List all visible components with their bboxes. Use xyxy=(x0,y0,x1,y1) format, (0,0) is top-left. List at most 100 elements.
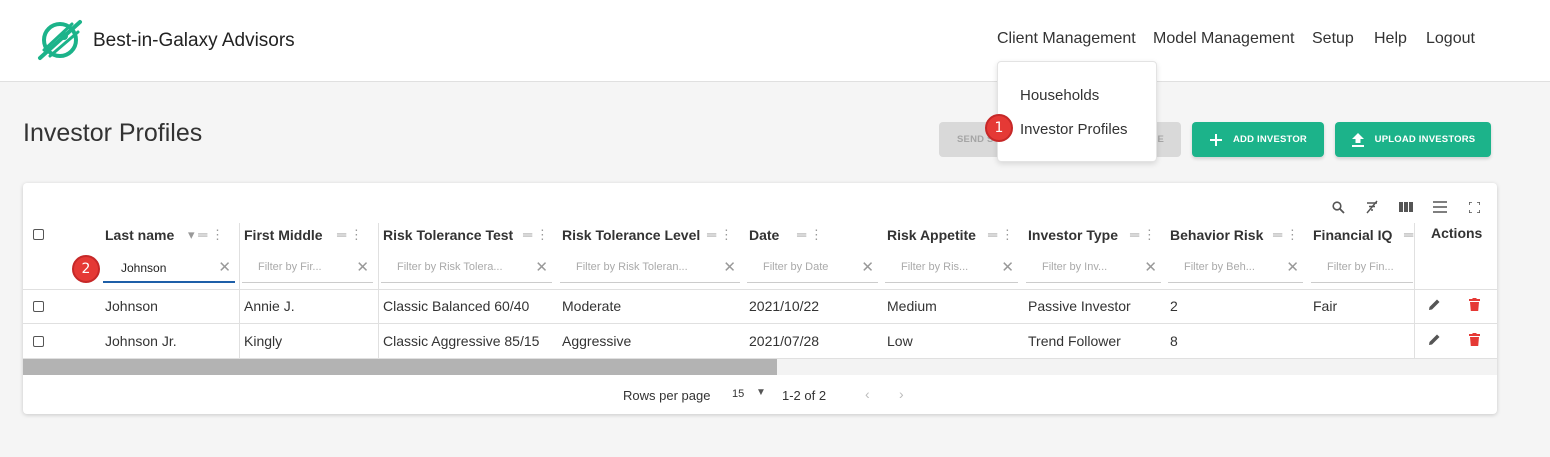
prev-page-icon[interactable]: ‹ xyxy=(865,386,870,402)
cell-date: 2021/07/28 xyxy=(749,333,820,349)
cell-financial-iq: Fair xyxy=(1313,298,1338,314)
clear-icon[interactable]: ✕ xyxy=(356,258,369,276)
clear-icon[interactable]: ✕ xyxy=(1144,258,1157,276)
edit-icon[interactable] xyxy=(1428,333,1441,351)
investor-data-grid: Last name ▾ ═ ⋮ First Middle ═ ⋮ Risk To… xyxy=(23,183,1497,414)
nav-logout[interactable]: Logout xyxy=(1426,30,1475,48)
cell-risk-tolerance-level: Moderate xyxy=(562,298,622,314)
filter-placeholder: Filter by Fir... xyxy=(258,261,322,273)
col-header-financial-iq[interactable]: Financial IQ xyxy=(1313,227,1392,243)
delete-icon[interactable] xyxy=(1469,298,1480,316)
columns-icon[interactable] xyxy=(1398,199,1414,215)
cell-investor-type: Trend Follower xyxy=(1028,333,1121,349)
upload-icon xyxy=(1351,132,1365,148)
upload-investors-label: UPLOAD INVESTORS xyxy=(1374,134,1476,145)
add-investor-label: ADD INVESTOR xyxy=(1232,134,1307,145)
rows-per-page-label: Rows per page xyxy=(623,388,711,403)
chevron-down-icon[interactable]: ▼ xyxy=(756,387,766,398)
filter-behavior-risk-input[interactable]: Filter by Beh... ✕ xyxy=(1168,253,1303,283)
clear-filter-icon[interactable] xyxy=(1364,199,1380,215)
cell-risk-tolerance-test: Classic Aggressive 85/15 xyxy=(383,333,540,349)
col-header-actions: Actions xyxy=(1431,225,1483,241)
cell-date: 2021/10/22 xyxy=(749,298,820,314)
col-header-investor-type[interactable]: Investor Type xyxy=(1028,227,1118,243)
column-menu-icon[interactable]: ═ ⋮ xyxy=(1273,227,1299,243)
row-divider xyxy=(23,323,1497,324)
column-menu-icon[interactable]: ═ ⋮ xyxy=(1130,227,1156,243)
plus-icon xyxy=(1209,133,1223,147)
cell-behavior-risk: 8 xyxy=(1170,333,1178,349)
filter-last-name-input[interactable]: Johnson ✕ xyxy=(103,253,235,283)
column-menu-icon[interactable]: ═ ⋮ xyxy=(988,227,1014,243)
column-divider xyxy=(239,223,240,358)
menu-item-households[interactable]: Households xyxy=(1020,87,1099,104)
filter-placeholder: Filter by Beh... xyxy=(1184,261,1255,273)
nav-help[interactable]: Help xyxy=(1374,30,1407,48)
column-menu-icon[interactable]: ═ ⋮ xyxy=(797,227,823,243)
app-header: Best-in-Galaxy Advisors Client Managemen… xyxy=(0,0,1550,82)
column-menu-icon[interactable]: ═ ⋮ xyxy=(523,227,549,243)
col-header-date[interactable]: Date xyxy=(749,227,779,243)
column-divider xyxy=(1414,223,1415,358)
cell-behavior-risk: 2 xyxy=(1170,298,1178,314)
cell-last-name: Johnson Jr. xyxy=(105,333,177,349)
col-header-risk-appetite[interactable]: Risk Appetite xyxy=(887,227,976,243)
filter-placeholder: Filter by Risk Tolera... xyxy=(397,261,503,273)
send-button-label-right: E xyxy=(1157,134,1164,145)
filter-risk-appetite-input[interactable]: Filter by Ris... ✕ xyxy=(885,253,1018,283)
cell-first-middle: Kingly xyxy=(244,333,283,349)
row-checkbox[interactable] xyxy=(33,301,44,312)
filter-financial-iq-input[interactable]: Filter by Fin... xyxy=(1311,253,1413,283)
col-header-last-name[interactable]: Last name xyxy=(105,227,174,243)
clear-icon[interactable]: ✕ xyxy=(861,258,874,276)
clear-icon[interactable]: ✕ xyxy=(1001,258,1014,276)
filter-risk-tolerance-test-input[interactable]: Filter by Risk Tolera... ✕ xyxy=(381,253,552,283)
filter-investor-type-input[interactable]: Filter by Inv... ✕ xyxy=(1026,253,1161,283)
nav-setup[interactable]: Setup xyxy=(1312,30,1354,48)
column-menu-icon[interactable]: ═ ⋮ xyxy=(337,227,363,243)
rows-per-page-select[interactable]: 15 xyxy=(732,388,744,400)
filter-placeholder: Filter by Fin... xyxy=(1327,261,1394,273)
horizontal-scrollbar-thumb[interactable] xyxy=(23,359,777,375)
clear-icon[interactable]: ✕ xyxy=(723,258,736,276)
cell-risk-appetite: Medium xyxy=(887,298,937,314)
column-menu-icon[interactable]: ═ ⋮ xyxy=(707,227,733,243)
cell-risk-tolerance-test: Classic Balanced 60/40 xyxy=(383,298,530,314)
filter-risk-tolerance-level-input[interactable]: Filter by Risk Toleran... ✕ xyxy=(560,253,740,283)
column-menu-icon[interactable]: ═ xyxy=(1404,227,1413,242)
cell-investor-type: Passive Investor xyxy=(1028,298,1131,314)
delete-icon[interactable] xyxy=(1469,333,1480,351)
nav-client-management[interactable]: Client Management xyxy=(997,30,1136,48)
col-header-behavior-risk[interactable]: Behavior Risk xyxy=(1170,227,1263,243)
step-marker-2: 2 xyxy=(72,255,100,283)
filter-active-icon[interactable]: ▾ ═ ⋮ xyxy=(188,227,224,243)
row-checkbox[interactable] xyxy=(33,336,44,347)
page-title: Investor Profiles xyxy=(23,119,203,147)
step-marker-1: 1 xyxy=(985,114,1013,142)
clear-icon[interactable]: ✕ xyxy=(218,258,231,276)
filter-placeholder: Filter by Date xyxy=(763,261,829,273)
density-icon[interactable] xyxy=(1432,199,1448,215)
next-page-icon[interactable]: › xyxy=(899,386,904,402)
select-all-checkbox[interactable] xyxy=(33,229,44,240)
filter-placeholder: Filter by Ris... xyxy=(901,261,969,273)
add-investor-button[interactable]: ADD INVESTOR xyxy=(1192,122,1324,157)
filter-date-input[interactable]: Filter by Date ✕ xyxy=(747,253,878,283)
fullscreen-icon[interactable] xyxy=(1466,199,1482,215)
menu-item-investor-profiles[interactable]: Investor Profiles xyxy=(1020,121,1128,138)
upload-investors-button[interactable]: UPLOAD INVESTORS xyxy=(1335,122,1491,157)
clear-icon[interactable]: ✕ xyxy=(1286,258,1299,276)
filter-first-middle-input[interactable]: Filter by Fir... ✕ xyxy=(242,253,373,283)
cell-risk-tolerance-level: Aggressive xyxy=(562,333,632,349)
col-header-risk-tolerance-test[interactable]: Risk Tolerance Test xyxy=(383,227,513,243)
cell-last-name: Johnson xyxy=(105,298,158,314)
client-management-dropdown: Households Investor Profiles xyxy=(997,61,1157,162)
planet-logo-icon[interactable] xyxy=(34,14,86,66)
col-header-risk-tolerance-level[interactable]: Risk Tolerance Level xyxy=(562,227,700,243)
clear-icon[interactable]: ✕ xyxy=(535,258,548,276)
brand-name[interactable]: Best-in-Galaxy Advisors xyxy=(93,30,295,52)
nav-model-management[interactable]: Model Management xyxy=(1153,30,1294,48)
search-icon[interactable] xyxy=(1330,199,1346,215)
col-header-first-middle[interactable]: First Middle xyxy=(244,227,323,243)
edit-icon[interactable] xyxy=(1428,298,1441,316)
